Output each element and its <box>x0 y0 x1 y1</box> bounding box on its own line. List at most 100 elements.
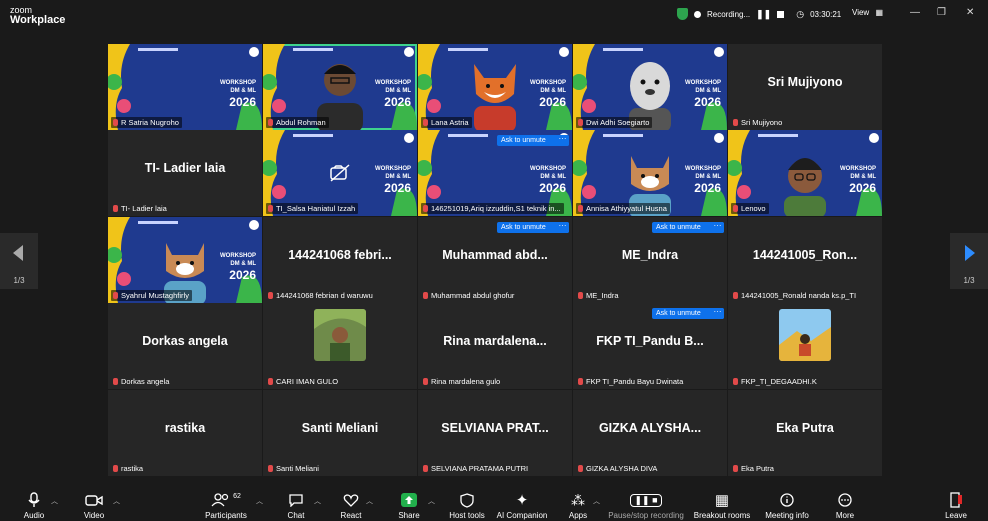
more-button[interactable]: More <box>830 490 860 521</box>
participant-tile[interactable]: WORKSHOP DM & ML 2026 Dwi Adhi Soegiarto <box>573 44 727 130</box>
ai-companion-button[interactable]: ✦ AI Companion <box>494 490 550 521</box>
participant-tile[interactable]: 144241005_Ron... 144241005_Ronald nanda k… <box>728 217 882 303</box>
react-button[interactable]: React <box>334 490 368 521</box>
participant-name: TI- Ladier laia <box>121 204 167 213</box>
pause-recording-button[interactable]: ❚❚ ■ Pause/stop recording <box>604 490 688 521</box>
participant-name-label: Sri Mujiyono <box>731 117 785 128</box>
chevron-up-icon[interactable]: ︿ <box>256 496 263 506</box>
chevron-up-icon[interactable]: ︿ <box>593 496 600 506</box>
participant-name-label: TI_Salsa Haniatul Izzah <box>266 203 359 214</box>
participant-tile[interactable]: WORKSHOP DM & ML 2026 TI_Salsa Haniatul Izz… <box>263 130 417 216</box>
muted-mic-icon <box>578 465 583 472</box>
participant-name-label: Muhammad abdul ghofur <box>421 290 517 301</box>
camera-off-icon <box>329 164 351 187</box>
view-button[interactable]: View ▦ <box>852 8 883 17</box>
breakout-rooms-button[interactable]: ▦ Breakout rooms <box>692 490 752 521</box>
workshop-line2: DM & ML <box>850 174 876 180</box>
audio-button[interactable]: Audio <box>16 490 52 521</box>
more-options-button[interactable]: ··· <box>711 308 724 319</box>
participant-tile[interactable]: FKP_TI_DEGAADHI.K <box>728 303 882 389</box>
participant-tile[interactable]: WORKSHOP DM & ML 2026 Lenovo <box>728 130 882 216</box>
maximize-icon[interactable]: ❐ <box>937 7 946 18</box>
recording-label: Recording... <box>707 9 751 19</box>
apps-icon: ⁂ <box>571 491 585 508</box>
clock-icon: ◷ <box>796 8 805 19</box>
leave-icon <box>950 492 962 508</box>
participant-tile[interactable]: rastika rastika <box>108 390 262 476</box>
workshop-line2: DM & ML <box>230 261 256 267</box>
more-options-button[interactable]: ··· <box>556 135 569 146</box>
people-icon <box>211 493 229 507</box>
shield-icon[interactable] <box>677 8 688 20</box>
participant-tile[interactable]: GIZKA ALYSHA... GIZKA ALYSHA DIVA <box>573 390 727 476</box>
participant-tile[interactable]: WORKSHOP DM & ML 2026 Annisa Athiyyatul Hus… <box>573 130 727 216</box>
leave-button[interactable]: Leave <box>942 490 970 521</box>
video-button[interactable]: Video <box>76 490 112 521</box>
participant-tile[interactable]: WORKSHOP DM & ML 2026 R Satria Nugroho <box>108 44 262 130</box>
host-tools-button[interactable]: Host tools <box>446 490 488 521</box>
participant-tile[interactable]: TI- Ladier laia TI- Ladier laia <box>108 130 262 216</box>
more-options-button[interactable]: ··· <box>711 222 724 233</box>
muted-mic-icon <box>113 292 118 299</box>
workshop-line1: WORKSHOP <box>530 166 566 172</box>
chevron-up-icon[interactable]: ︿ <box>428 496 435 506</box>
participant-name: rastika <box>121 464 144 473</box>
muted-mic-icon <box>268 205 273 212</box>
video-gallery: 1/3 1/3 WORKSHOP DM & ML 2026 R Satria Nugr… <box>0 30 988 487</box>
participant-tile[interactable]: CARI IMAN GULO <box>263 303 417 389</box>
muted-mic-icon <box>578 119 583 126</box>
workshop-line1: WORKSHOP <box>375 80 411 86</box>
participant-name-label: CARI IMAN GULO <box>266 376 341 387</box>
participant-tile[interactable]: 144241068 febri... 144241068 febrian d wa… <box>263 217 417 303</box>
participant-name-label: Rina mardalena gulo <box>421 376 503 387</box>
chevron-up-icon[interactable]: ︿ <box>113 496 120 506</box>
chevron-up-icon[interactable]: ︿ <box>366 496 373 506</box>
share-button[interactable]: Share <box>392 490 426 521</box>
participant-display-name: Rina mardalena... <box>443 334 547 348</box>
participant-tile[interactable]: Rina mardalena... Rina mardalena gulo <box>418 303 572 389</box>
minimize-icon[interactable]: — <box>910 7 920 18</box>
muted-mic-icon <box>423 465 428 472</box>
participant-name: Lenovo <box>741 204 766 213</box>
more-label: More <box>835 511 855 520</box>
participant-name-label: Annisa Athiyyatul Husna <box>576 203 670 214</box>
close-icon[interactable]: ✕ <box>966 7 974 18</box>
participant-name: Santi Meliani <box>276 464 319 473</box>
workshop-year: 2026 <box>539 95 566 109</box>
chat-button[interactable]: Chat <box>280 490 312 521</box>
participant-name-label: SELVIANA PRATAMA PUTRI <box>421 463 531 474</box>
shield-icon <box>460 492 474 508</box>
chevron-up-icon[interactable]: ︿ <box>51 496 58 506</box>
participant-tile[interactable]: Sri Mujiyono Sri Mujiyono <box>728 44 882 130</box>
participant-tile[interactable]: WORKSHOP DM & ML 2026 Lana Astria <box>418 44 572 130</box>
stop-recording-icon[interactable] <box>777 10 785 18</box>
meeting-info-button[interactable]: Meeting info <box>760 490 814 521</box>
muted-mic-icon <box>268 465 273 472</box>
pause-recording-icon[interactable]: ❚❚ <box>756 9 771 20</box>
participant-tile[interactable]: WORKSHOP DM & ML 2026 Syahrul Mustaghfirly <box>108 217 262 303</box>
participant-tile[interactable]: Eka Putra Eka Putra <box>728 390 882 476</box>
participant-tile[interactable]: Santi Meliani Santi Meliani <box>263 390 417 476</box>
workshop-line2: DM & ML <box>230 88 256 94</box>
next-page-button[interactable]: 1/3 <box>950 233 988 289</box>
participant-name: Lana Astria <box>431 118 469 127</box>
muted-mic-icon <box>268 378 273 385</box>
participants-button[interactable]: 62 Participants <box>200 490 252 521</box>
participant-tile[interactable]: WORKSHOP DM & ML 2026 Abdul Rohman <box>263 44 417 130</box>
participants-count: 62 <box>233 492 241 500</box>
participant-display-name: 144241068 febri... <box>288 248 392 262</box>
participant-name: Annisa Athiyyatul Husna <box>586 204 667 213</box>
meeting-info-label: Meeting info <box>765 511 809 520</box>
more-options-button[interactable]: ··· <box>556 222 569 233</box>
share-icon <box>401 493 417 507</box>
participant-tile[interactable]: Dorkas angela Dorkas angela <box>108 303 262 389</box>
prev-page-button[interactable]: 1/3 <box>0 233 38 289</box>
workshop-banner: WORKSHOP DM & ML 2026 <box>375 79 411 109</box>
chevron-up-icon[interactable]: ︿ <box>314 496 321 506</box>
workshop-banner: WORKSHOP DM & ML 2026 <box>530 165 566 195</box>
participant-name-label: Dwi Adhi Soegiarto <box>576 117 653 128</box>
apps-button[interactable]: ⁂ Apps <box>564 490 592 521</box>
workshop-line1: WORKSHOP <box>220 253 256 259</box>
participant-name-label: 144241005_Ronald nanda ks.p_TI <box>731 290 859 301</box>
participant-tile[interactable]: SELVIANA PRAT... SELVIANA PRATAMA PUTRI <box>418 390 572 476</box>
